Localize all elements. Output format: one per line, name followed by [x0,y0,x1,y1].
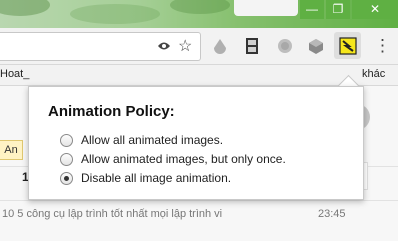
globe-extension-icon[interactable] [276,37,294,55]
option-label: Allow animated images, but only once. [81,152,286,166]
bookmark-item[interactable]: Hoat_ [0,68,29,80]
option-label: Allow all animated images. [81,133,224,147]
bookmarks-bar: Hoat_ khác [0,65,398,86]
article-time: 23:45 [318,208,346,220]
cube-extension-icon[interactable] [307,37,325,55]
bookmark-star-icon[interactable]: ☆ [178,36,192,56]
maximize-button[interactable]: ❐ [326,0,350,19]
window-titlebar: — ❐ ✕ [0,0,398,28]
close-button[interactable]: ✕ [352,0,398,19]
film-extension-icon[interactable] [243,37,261,55]
menu-icon[interactable]: ⋮ [374,36,391,56]
side-button[interactable]: An [0,140,23,160]
divider [0,200,398,201]
option-disable-all[interactable]: Disable all image animation. [60,171,231,185]
browser-toolbar: ☆ ⋮ [0,28,398,65]
radio-button-selected[interactable] [60,171,73,185]
eye-icon[interactable] [157,40,171,52]
popup-title: Animation Policy: [48,103,175,120]
option-label: Disable all image animation. [81,171,232,185]
background-foliage [70,4,160,24]
background-foliage [170,0,230,14]
option-allow-all[interactable]: Allow all animated images. [60,133,223,147]
radio-button[interactable] [60,152,73,166]
article-link[interactable]: 10 5 công cụ lập trình tốt nhất mọi lập … [2,208,222,220]
bookmark-other[interactable]: khác [362,68,385,80]
animation-policy-popup: Animation Policy: Allow all animated ima… [28,86,364,200]
drop-extension-icon[interactable] [211,37,229,55]
option-allow-once[interactable]: Allow animated images, but only once. [60,152,286,166]
address-bar[interactable]: ☆ [0,32,201,61]
tab-strip-area[interactable] [234,0,298,16]
lightning-extension-icon[interactable] [339,37,357,55]
radio-button[interactable] [60,133,73,147]
background-foliage [0,0,50,16]
minimize-button[interactable]: — [300,0,324,19]
